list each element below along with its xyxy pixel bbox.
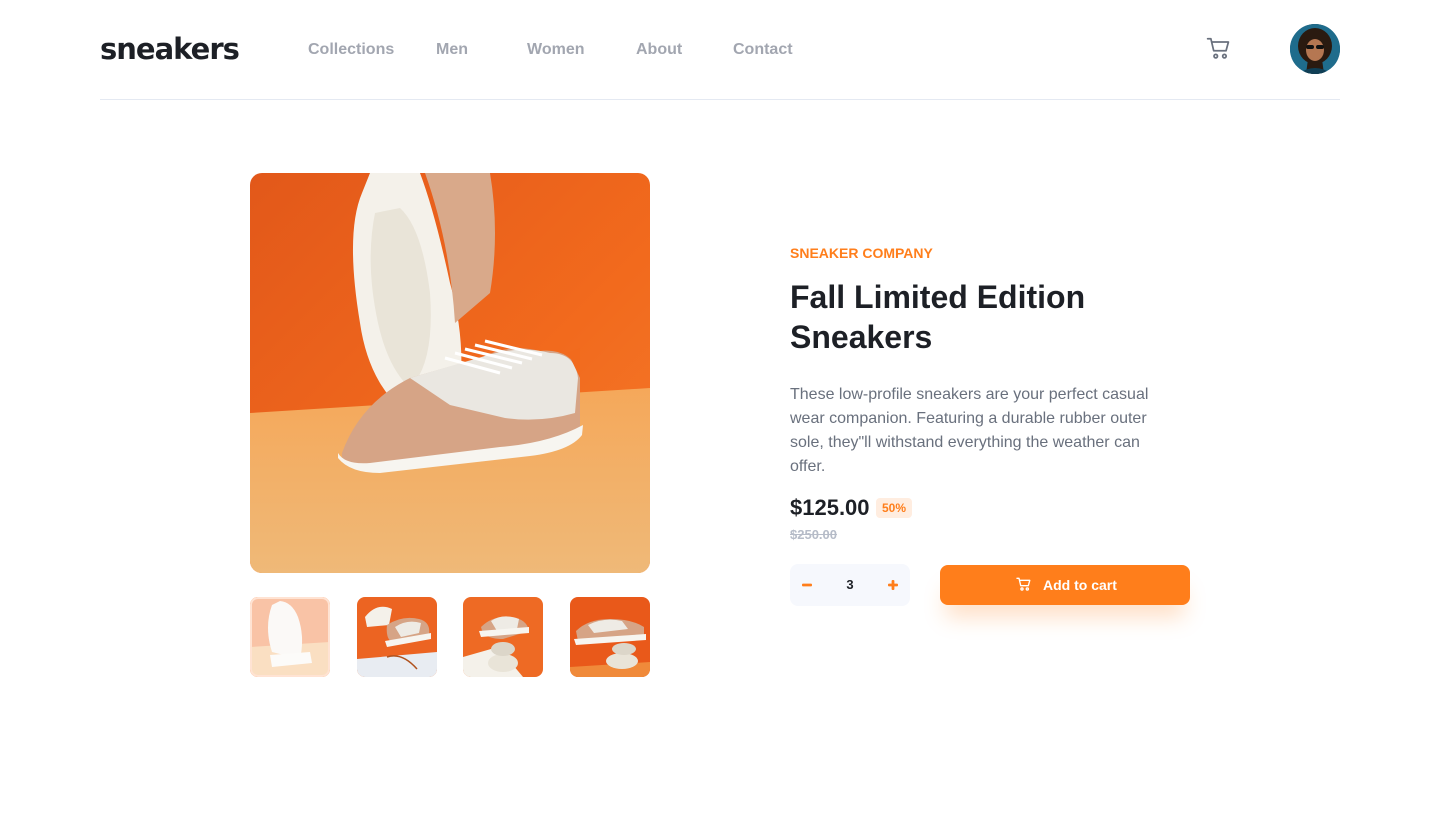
- thumbnail-4[interactable]: [570, 597, 650, 677]
- cart-icon: [1016, 576, 1032, 592]
- product-main-image[interactable]: [250, 173, 650, 573]
- thumbnail-2[interactable]: [357, 597, 437, 677]
- nav-link-women[interactable]: Women: [527, 38, 584, 62]
- thumbnail-strip: [250, 597, 650, 677]
- site-logo[interactable]: sneakers: [100, 31, 240, 67]
- add-to-cart-label: Add to cart: [1043, 577, 1117, 593]
- product-info: Sneaker Company Fall Limited Edition Sne…: [790, 243, 1190, 545]
- quantity-value[interactable]: 3: [830, 575, 870, 595]
- cart-icon[interactable]: [1206, 35, 1232, 61]
- product-title: Fall Limited Edition Sneakers: [790, 279, 1086, 355]
- nav-link-about[interactable]: About: [636, 38, 682, 62]
- thumbnail-3[interactable]: [463, 597, 543, 677]
- nav-link-contact[interactable]: Contact: [733, 38, 793, 62]
- avatar[interactable]: [1290, 24, 1340, 74]
- price-row: $125.00 50%: [790, 493, 1190, 523]
- minus-icon[interactable]: [797, 575, 817, 595]
- nav-link-men[interactable]: Men: [436, 38, 468, 62]
- site-header: sneakers Collections Men Women About Con…: [100, 0, 1340, 100]
- product-description: These low-profile sneakers are your perf…: [790, 386, 1149, 475]
- original-price: $250.00: [790, 527, 837, 542]
- discount-badge: 50%: [876, 498, 913, 518]
- quantity-stepper: 3: [790, 564, 910, 606]
- thumbnail-1[interactable]: [250, 597, 330, 677]
- nav-link-collections[interactable]: Collections: [308, 38, 394, 62]
- current-price: $125.00: [790, 495, 870, 520]
- company-label: Sneaker Company: [790, 245, 933, 261]
- plus-icon[interactable]: [883, 575, 903, 595]
- add-to-cart-button[interactable]: Add to cart: [940, 565, 1190, 605]
